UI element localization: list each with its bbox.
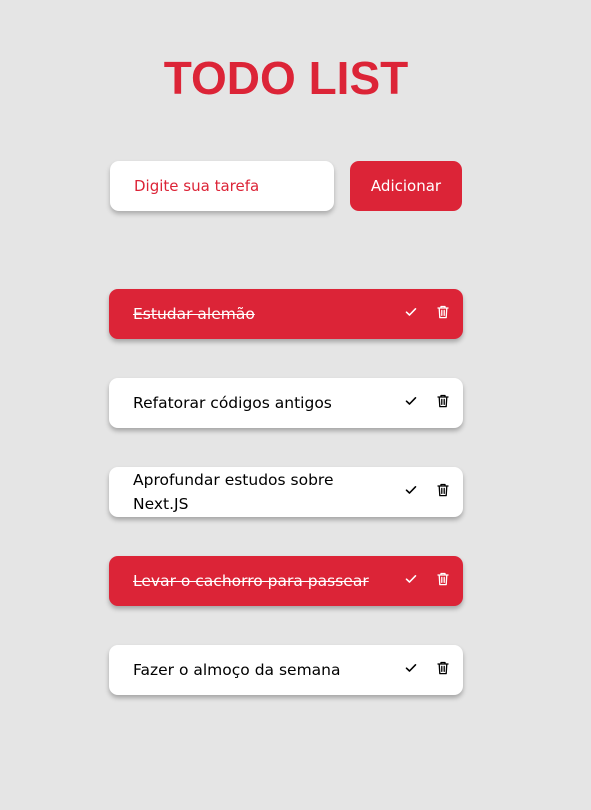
check-icon[interactable] [403,481,419,499]
task-actions [403,659,451,677]
trash-icon[interactable] [435,303,451,321]
task-list: Estudar alemão Refatorar códigos antigos… [109,289,463,734]
task-text: Estudar alemão [133,305,255,323]
task-text: Refatorar códigos antigos [133,394,332,412]
add-task-button[interactable]: Adicionar [350,161,462,211]
trash-icon[interactable] [435,392,451,410]
task-actions [403,481,451,499]
check-icon[interactable] [403,659,419,677]
task-text: Aprofundar estudos sobre Next.JS [133,471,334,513]
trash-icon[interactable] [435,659,451,677]
task-actions [403,392,451,410]
check-icon[interactable] [403,392,419,410]
check-icon[interactable] [403,570,419,588]
page-title: TODO LIST [163,51,409,104]
check-icon[interactable] [403,303,419,321]
task-input[interactable] [110,161,334,211]
task-item: Refatorar códigos antigos [109,378,463,428]
task-item: Levar o cachorro para passear [109,556,463,606]
task-item: Estudar alemão [109,289,463,339]
task-item: Aprofundar estudos sobre Next.JS [109,467,463,517]
task-text: Levar o cachorro para passear [133,572,369,590]
add-task-form: Adicionar [110,161,462,211]
task-text: Fazer o almoço da semana [133,661,341,679]
task-actions [403,303,451,321]
task-item: Fazer o almoço da semana [109,645,463,695]
trash-icon[interactable] [435,570,451,588]
trash-icon[interactable] [435,481,451,499]
task-actions [403,570,451,588]
